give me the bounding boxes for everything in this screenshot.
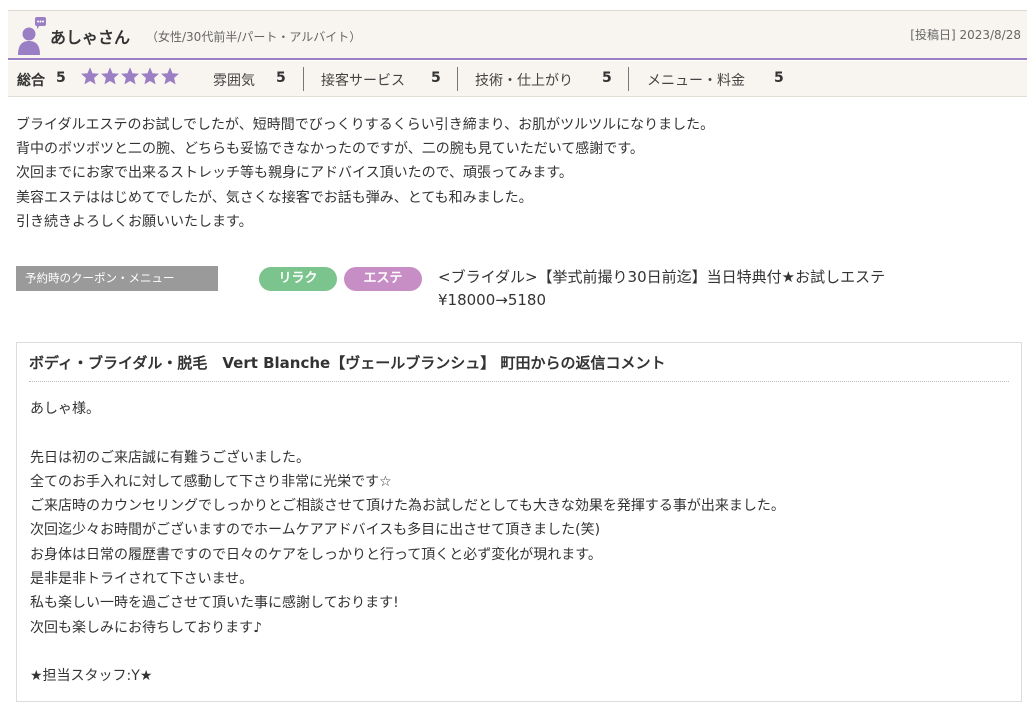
tag-relax[interactable]: リラク: [259, 267, 337, 291]
coupon-price: ¥18000→5180: [438, 291, 547, 309]
rating-label-atmosphere: 雰囲気: [213, 73, 255, 89]
coupon-menu-link[interactable]: <ブライダル>【挙式前撮り30日前迄】当日特典付★お試しエステ: [438, 266, 885, 287]
reply-line: お身体は日常の履歴書ですので日々のケアをしっかりと行って頂くと必ず変化が現れます…: [30, 546, 602, 563]
rating-value-service: 5: [431, 70, 441, 86]
rating-divider: [303, 67, 304, 91]
reviewer-meta: （女性/30代前半/パート・アルバイト）: [146, 30, 362, 44]
rating-label-service: 接客サービス: [321, 73, 405, 89]
reply-line: 次回迄少々お時間がございますのでホームケアアドバイスも多目に出させて頂きました(…: [30, 522, 601, 539]
rating-value-atmosphere: 5: [276, 70, 286, 86]
star-icon: [121, 67, 139, 85]
ratings-bar: 総合 5 雰囲気 5 接客サービス 5 技術・仕上がり 5 メニュー・料金 5: [8, 61, 1027, 97]
star-icon: [81, 67, 99, 85]
review-line: 引き続きよろしくお願いいたします。: [16, 213, 253, 230]
rating-value-technique: 5: [602, 70, 612, 86]
reply-line: 全てのお手入れに対して感動して下さり非常に光栄です☆: [30, 473, 392, 490]
total-rating-label: 総合: [17, 73, 45, 89]
review-header: あしゃさん （女性/30代前半/パート・アルバイト） [投稿日] 2023/8/…: [8, 10, 1027, 60]
review-text: ブライダルエステのお試しでしたが、短時間でびっくりするくらい引き締まり、お肌がツ…: [16, 113, 1006, 234]
salon-reply: ボディ・ブライダル・脱毛 Vert Blanche【ヴェールブランシュ】 町田か…: [16, 342, 1022, 702]
reply-line: 先日は初のご来店誠に有難うございました。: [30, 449, 310, 466]
star-icon: [141, 67, 159, 85]
reply-divider: [29, 381, 1009, 382]
review-line: 美容エステははじめてでしたが、気さくな接客でお話も弾み、とても和みました。: [16, 189, 533, 206]
reviewer-name: あしゃさん: [50, 28, 131, 47]
review-line: ブライダルエステのお試しでしたが、短時間でびっくりするくらい引き締まり、お肌がツ…: [16, 117, 715, 133]
coupon-label: 予約時のクーポン・メニュー: [16, 266, 218, 291]
total-rating-value: 5: [56, 70, 66, 86]
post-date: [投稿日] 2023/8/28: [910, 28, 1021, 42]
user-avatar-icon: [18, 17, 46, 55]
rating-value-menu-price: 5: [774, 70, 784, 86]
reply-line: 私も楽しい一時を過ごさせて頂いた事に感謝しております!: [30, 595, 399, 612]
reply-line: あしゃ様。: [30, 401, 100, 417]
reply-text: あしゃ様。 先日は初のご来店誠に有難うございました。 全てのお手入れに対して感動…: [30, 397, 1000, 689]
rating-divider: [628, 67, 629, 91]
star-icon: [101, 67, 119, 85]
review-line: 背中のボツボツと二の腕、どちらも妥協できなかったのですが、二の腕も見ていただいて…: [16, 141, 644, 158]
tag-esthe[interactable]: エステ: [344, 267, 422, 291]
reply-line: ご来店時のカウンセリングでしっかりとご相談させて頂けた為お試しだとしても大きな効…: [30, 498, 785, 515]
star-rating: [80, 66, 180, 88]
reply-line: 次回も楽しみにお待ちしております♪: [30, 619, 263, 636]
reply-line: ★担当スタッフ:Y★: [30, 668, 153, 685]
review-line: 次回までにお家で出来るストレッチ等も親身にアドバイス頂いたので、頑張ってみます。: [16, 165, 573, 182]
reply-line: [30, 421, 1000, 445]
star-icon: [161, 67, 179, 85]
rating-label-menu-price: メニュー・料金: [647, 73, 745, 89]
reply-line: [30, 640, 1000, 664]
rating-divider: [457, 67, 458, 91]
reply-line: 是非是非トライされて下さいませ。: [30, 571, 254, 588]
rating-label-technique: 技術・仕上がり: [475, 73, 573, 89]
reply-title: ボディ・ブライダル・脱毛 Vert Blanche【ヴェールブランシュ】 町田か…: [29, 354, 666, 372]
